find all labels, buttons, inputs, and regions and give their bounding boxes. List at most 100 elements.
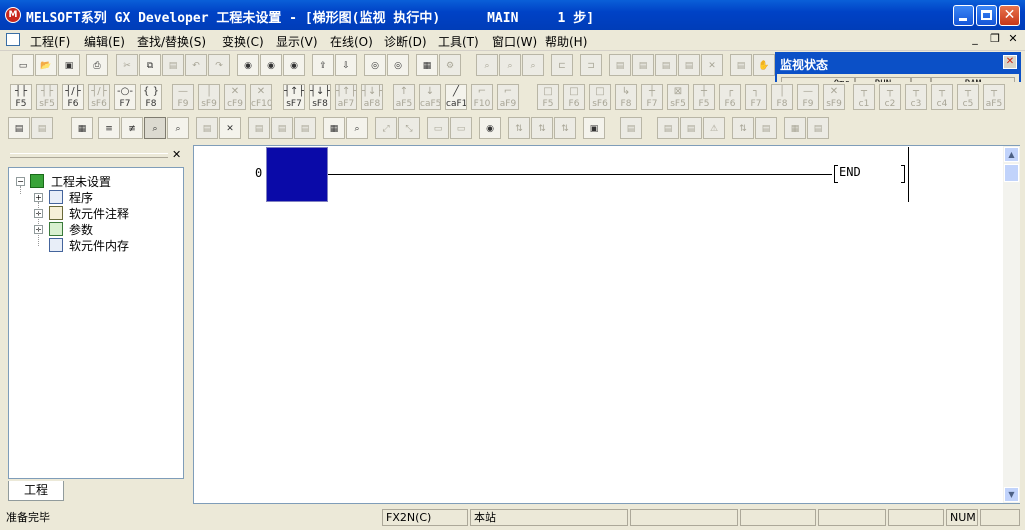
menu-view[interactable]: 显示(V) (276, 33, 318, 50)
pane-close-icon[interactable]: ✕ (172, 148, 181, 161)
ladder-key-rising-pulse[interactable]: ┤↑├ sF7 (283, 84, 305, 110)
cross-ref-icon[interactable]: ✕ (701, 54, 723, 76)
sfc-key-c5[interactable]: ┬ c5 (957, 84, 979, 110)
menu-edit[interactable]: 编辑(E) (84, 33, 125, 50)
program-check-icon[interactable]: ◉ (479, 117, 501, 139)
sfc-key-parallel-branch[interactable]: ┼ F5 (693, 84, 715, 110)
convert-icon[interactable]: ⇅ (554, 117, 576, 139)
minimize-button[interactable] (953, 5, 974, 26)
insert-column-icon[interactable]: ▭ (427, 117, 449, 139)
ladder-key-parallel-closed[interactable]: ┤/├ sF6 (88, 84, 110, 110)
expand-icon[interactable]: + (34, 193, 43, 202)
close-button[interactable]: ✕ (999, 5, 1020, 26)
note-edit-icon[interactable]: ▤ (294, 117, 316, 139)
save-icon[interactable]: ▣ (58, 54, 80, 76)
print-preview-icon[interactable]: ▤ (730, 54, 752, 76)
sfc-key-delete[interactable]: ✕ sF9 (823, 84, 845, 110)
ladder-key-vertical-line[interactable]: │ sF9 (198, 84, 220, 110)
ladder-find-next-icon[interactable]: ⌕ (522, 54, 544, 76)
device-batch-icon[interactable]: ▦ (71, 117, 93, 139)
sfc-key-c1[interactable]: ┬ c1 (853, 84, 875, 110)
sfc-key-block-start[interactable]: □ F6 (563, 84, 585, 110)
binoculars-icon[interactable]: ⌕ (476, 54, 498, 76)
sfc-key-af5[interactable]: ┬ aF5 (983, 84, 1005, 110)
ladder-key-application[interactable]: { } F8 (140, 84, 162, 110)
comment-edit-icon[interactable]: ▤ (248, 117, 270, 139)
sfc-key-step[interactable]: □ F5 (537, 84, 559, 110)
ladder-key-delete-horizontal[interactable]: ✕ cF9 (224, 84, 246, 110)
sfc-key-transition[interactable]: ┼ F7 (641, 84, 663, 110)
step-search-icon[interactable]: ◉ (283, 54, 305, 76)
device-comment-icon[interactable]: ▦ (323, 117, 345, 139)
title-bar[interactable]: M MELSOFT系列 GX Developer 工程未设置 - [梯形图(监视… (0, 0, 1025, 30)
scroll-up-icon[interactable]: ▲ (1004, 147, 1019, 162)
sampling-trace-icon[interactable]: ▤ (657, 117, 679, 139)
instruction-search-icon[interactable]: ◉ (260, 54, 282, 76)
mdi-restore-button[interactable]: ❐ (988, 32, 1002, 46)
sort-icon[interactable]: ⇅ (732, 117, 754, 139)
insert-row-icon[interactable]: ⊏ (551, 54, 573, 76)
compile-icon[interactable]: ⇅ (508, 117, 530, 139)
list-view-icon[interactable]: ≢ (121, 117, 143, 139)
entry-monitor-icon[interactable]: ▦ (416, 54, 438, 76)
comment-icon[interactable]: ▤ (609, 54, 631, 76)
list-edit-icon[interactable]: ▤ (31, 117, 53, 139)
menu-online[interactable]: 在线(O) (330, 33, 373, 50)
grid-icon[interactable]: ▦ (784, 117, 806, 139)
print-icon[interactable]: ⎙ (86, 54, 108, 76)
new-file-icon[interactable]: ▭ (12, 54, 34, 76)
tab-project[interactable]: 工程 (8, 481, 64, 501)
comment-display-icon[interactable]: ⌕ (346, 117, 368, 139)
plc-window-icon[interactable]: ▣ (583, 117, 605, 139)
monitor-mode-icon[interactable]: ⌕ (144, 117, 166, 139)
device-search-icon[interactable]: ◉ (237, 54, 259, 76)
menu-convert[interactable]: 变换(C) (222, 33, 264, 50)
sfc-key-c4[interactable]: ┬ c4 (931, 84, 953, 110)
ladder-key-closed-contact[interactable]: ┤/├ F6 (62, 84, 84, 110)
zoom-in-icon[interactable]: ⤢ (375, 117, 397, 139)
pane-grip[interactable] (10, 153, 168, 158)
delete-column-icon[interactable]: ▭ (450, 117, 472, 139)
hand-icon[interactable]: ✋ (753, 54, 775, 76)
menu-tools[interactable]: 工具(T) (438, 33, 479, 50)
monitor-write-mode-icon[interactable]: ⌕ (167, 117, 189, 139)
compile-all-icon[interactable]: ⇅ (531, 117, 553, 139)
menu-diagnostics[interactable]: 诊断(D) (384, 33, 427, 50)
menu-help[interactable]: 帮助(H) (545, 33, 587, 50)
ladder-key-delete-vertical[interactable]: ✕ cF10 (250, 84, 272, 110)
read-mode-icon[interactable]: ▤ (196, 117, 218, 139)
maximize-button[interactable] (976, 5, 997, 26)
ladder-key-falling-pulse[interactable]: ┤↓├ sF8 (309, 84, 331, 110)
document-icon[interactable] (6, 33, 20, 46)
ladder-find-icon[interactable]: ⌕ (499, 54, 521, 76)
menu-window[interactable]: 窗口(W) (492, 33, 537, 50)
sfc-key-end-step[interactable]: □ sF6 (589, 84, 611, 110)
ladder-edit-icon[interactable]: ▤ (8, 117, 30, 139)
ladder-key-horizontal-line[interactable]: — F9 (172, 84, 194, 110)
ladder-key-coil[interactable]: -○- F7 (114, 84, 136, 110)
delete-row-icon[interactable]: ⊐ (580, 54, 602, 76)
statement-edit-icon[interactable]: ▤ (271, 117, 293, 139)
step-icon[interactable]: ▤ (807, 117, 829, 139)
ladder-key-parallel-rising[interactable]: ┤↑├ aF7 (335, 84, 357, 110)
ladder-key-open-contact[interactable]: ┤├ F5 (10, 84, 32, 110)
sfc-key-c3[interactable]: ┬ c3 (905, 84, 927, 110)
menu-find-replace[interactable]: 查找/替换(S) (137, 33, 206, 50)
ladder-key-parallel-open[interactable]: ┤├ sF5 (36, 84, 58, 110)
cut-icon[interactable]: ✂ (116, 54, 138, 76)
note-icon[interactable]: ▤ (655, 54, 677, 76)
monitor-start-icon[interactable]: ◎ (364, 54, 386, 76)
monitor-stop-icon[interactable]: ◎ (387, 54, 409, 76)
statement-icon[interactable]: ▤ (632, 54, 654, 76)
redo-icon[interactable]: ↷ (208, 54, 230, 76)
ladder-editor[interactable]: 0 END (193, 145, 1020, 504)
copy-icon[interactable]: ⧉ (139, 54, 161, 76)
block-icon[interactable]: ▤ (755, 117, 777, 139)
sfc-key-parallel-join[interactable]: ┐ F7 (745, 84, 767, 110)
sfc-key-horizontal[interactable]: — F9 (797, 84, 819, 110)
mdi-close-button[interactable]: ✕ (1006, 32, 1020, 46)
scroll-thumb[interactable] (1004, 164, 1019, 182)
tree-item-parameter[interactable]: 参数 (69, 221, 93, 238)
collapse-icon[interactable]: − (16, 177, 25, 186)
tree-item-device-memory[interactable]: 软元件内存 (69, 237, 129, 254)
